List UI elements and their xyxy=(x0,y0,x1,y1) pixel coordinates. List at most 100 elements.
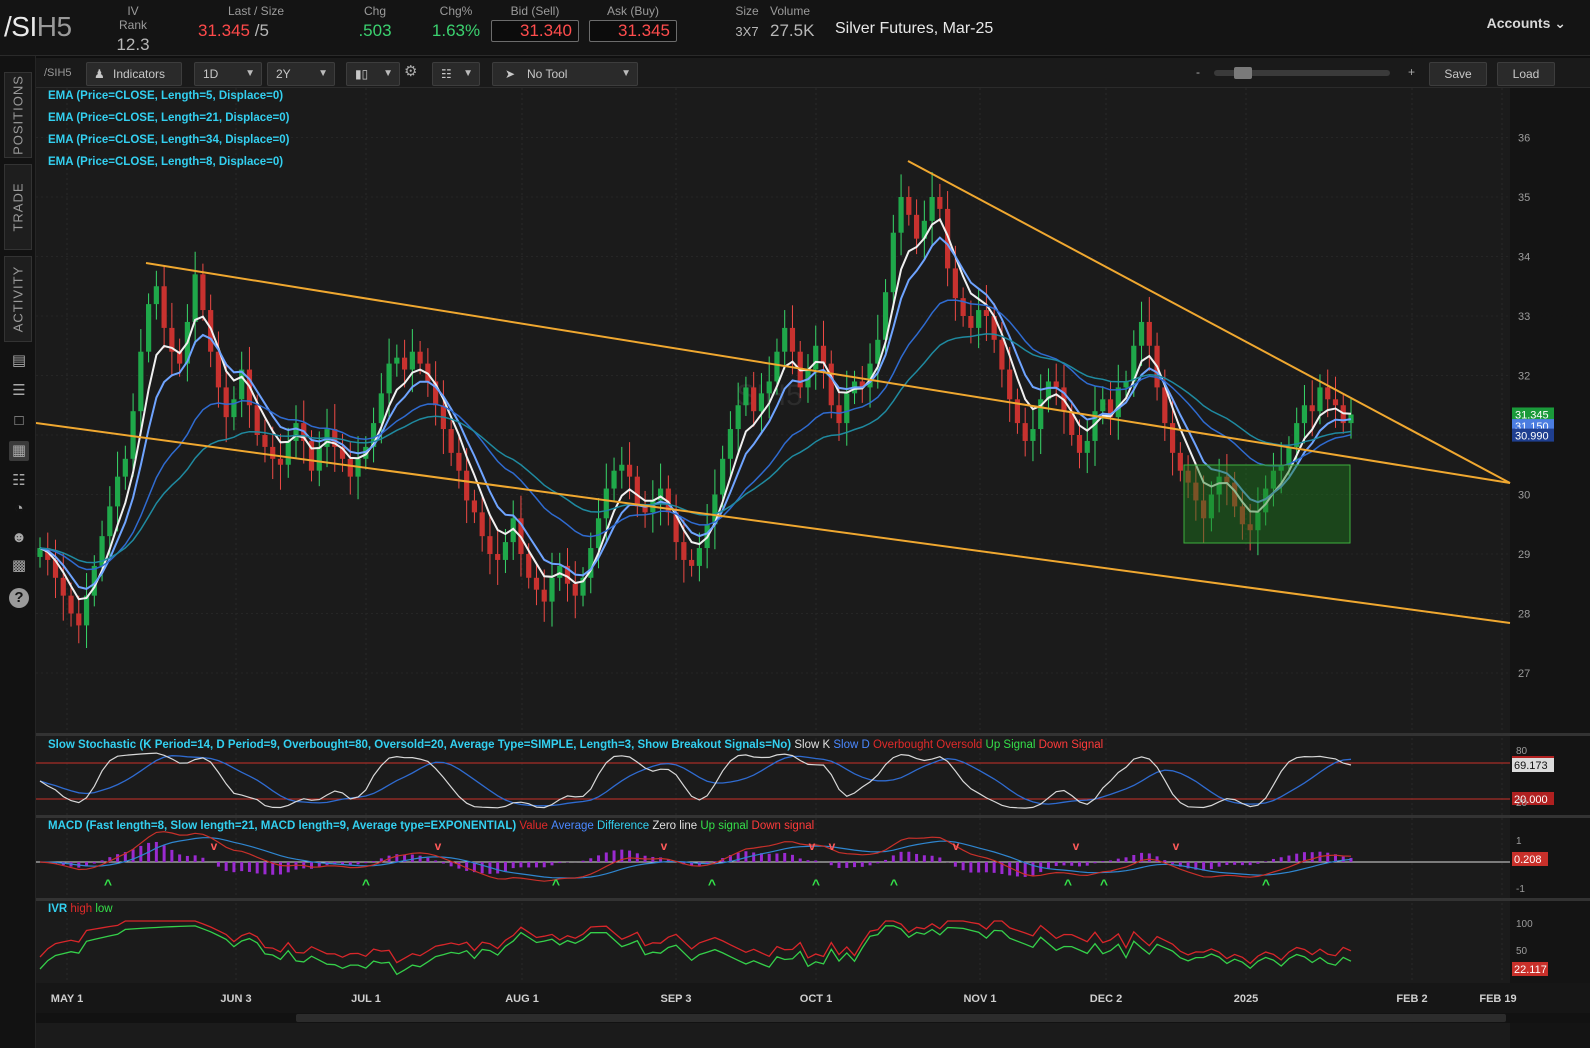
macd-histogram-bar xyxy=(92,862,96,864)
tab-activity[interactable]: ACTIVITY xyxy=(4,256,32,342)
candle-body xyxy=(735,405,741,430)
caret-down-icon: ▼ xyxy=(318,68,328,79)
candle-body xyxy=(619,464,625,471)
legend-macd-up-signal: Up signal xyxy=(700,820,749,832)
zoom-in-button[interactable]: + xyxy=(1408,65,1415,79)
x-tick-label: JUN 3 xyxy=(220,993,251,1005)
ema21-label[interactable]: EMA (Price=CLOSE, Length=21, Displace=0) xyxy=(48,112,289,124)
aggregation-select[interactable]: 1D ▼ xyxy=(194,62,262,86)
candle-body xyxy=(743,387,749,406)
chart-symbol-label: /SIH5 xyxy=(44,67,72,79)
macd-histogram-bar xyxy=(1046,862,1050,869)
save-button[interactable]: Save xyxy=(1429,62,1487,86)
candle-body xyxy=(1309,405,1315,412)
chart-icon[interactable]: ▤ xyxy=(9,351,29,371)
tab-positions[interactable]: POSITIONS xyxy=(4,72,32,158)
zoom-slider-thumb[interactable] xyxy=(1234,67,1252,79)
legend-slow-k: Slow K xyxy=(794,739,831,751)
macd-histogram-bar xyxy=(278,862,282,875)
macd-histogram-bar xyxy=(891,855,895,862)
cursor-icon: ➤ xyxy=(505,67,516,81)
macd-histogram-bar xyxy=(1209,862,1213,870)
candle-body xyxy=(1332,399,1339,406)
macd-histogram-bar xyxy=(310,862,314,869)
ask-button[interactable]: 31.345 xyxy=(589,20,677,42)
x-tick-label: OCT 1 xyxy=(800,993,832,1005)
candle-body xyxy=(758,393,765,412)
ivr-value-label: 22.117 xyxy=(1514,964,1547,976)
candle-body xyxy=(394,357,400,364)
candle-body xyxy=(200,274,206,311)
ask-field[interactable]: Ask (Buy) 31.345 xyxy=(588,4,678,42)
macd-histogram-bar xyxy=(837,862,841,868)
candle-body xyxy=(223,387,229,418)
macd-histogram-bar xyxy=(907,851,911,862)
macd-histogram-bar xyxy=(1031,862,1035,876)
candle-body xyxy=(107,506,113,537)
macd-label[interactable]: MACD (Fast length=8, Slow length=21, MAC… xyxy=(48,820,814,832)
macd-down-signal: v xyxy=(661,839,668,853)
gear-icon[interactable]: ⚙ xyxy=(404,62,417,80)
candle-body xyxy=(215,351,222,388)
load-button[interactable]: Load xyxy=(1497,62,1555,86)
candle-body xyxy=(161,286,167,328)
candle-body xyxy=(789,327,796,352)
accounts-menu[interactable]: Accounts ⌄ xyxy=(1487,15,1566,32)
help-icon[interactable]: ? xyxy=(9,588,29,608)
bid-field[interactable]: Bid (Sell) 31.340 xyxy=(490,4,580,42)
candle-body xyxy=(820,345,827,364)
drawing-style-button[interactable]: ☷ ▼ xyxy=(432,62,480,86)
ema34-label[interactable]: EMA (Price=CLOSE, Length=34, Displace=0) xyxy=(48,134,289,146)
grid-icon[interactable]: ☷ xyxy=(9,471,29,491)
list-icon[interactable]: ☰ xyxy=(9,381,29,401)
ivr-label[interactable]: IVR high low xyxy=(48,903,113,915)
ema8-label[interactable]: EMA (Price=CLOSE, Length=8, Displace=0) xyxy=(48,156,283,168)
candle-body xyxy=(1100,399,1106,412)
tab-trade[interactable]: TRADE xyxy=(4,164,32,250)
symbol-title[interactable]: /SIH5 xyxy=(4,11,72,43)
macd-histogram-bar xyxy=(418,855,422,862)
clipboard-icon[interactable]: □ xyxy=(9,411,29,431)
iv-rank-value: 12.3 xyxy=(116,35,150,54)
gauge-icon[interactable]: ◔ xyxy=(9,499,29,519)
calendar-icon[interactable]: ▩ xyxy=(9,556,29,576)
macd-histogram-bar xyxy=(216,862,220,867)
tool-select[interactable]: ➤ No Tool ▼ xyxy=(492,62,638,86)
size-value: 3X7 xyxy=(735,24,759,39)
range-select[interactable]: 2Y ▼ xyxy=(267,62,335,86)
macd-histogram-bar xyxy=(930,855,934,862)
macd-histogram-bar xyxy=(1070,862,1074,866)
candle-body xyxy=(456,452,462,471)
macd-histogram-bar xyxy=(1101,861,1105,862)
macd-histogram-bar xyxy=(201,857,205,862)
zoom-out-button[interactable]: - xyxy=(1196,65,1200,79)
macd-histogram-bar xyxy=(853,862,857,868)
macd-histogram-bar xyxy=(449,862,453,867)
macd-histogram-bar xyxy=(1240,862,1244,866)
macd-histogram-bar xyxy=(1085,862,1089,866)
ivr-title: IVR xyxy=(48,903,68,915)
stochastic-label[interactable]: Slow Stochastic (K Period=14, D Period=9… xyxy=(48,739,1103,751)
legend-value: Value xyxy=(519,820,548,832)
users-icon[interactable]: ☻ xyxy=(9,528,29,548)
macd-histogram-bar xyxy=(1287,855,1291,862)
candle-body xyxy=(262,435,268,447)
chart-area[interactable]: SIH5 2728293031323334353631.34531.15030.… xyxy=(35,88,1590,1048)
macd-histogram-bar xyxy=(969,862,973,873)
chart-toolbar: /SIH5 ♟ Indicators 1D ▼ 2Y ▼ ▮▯ ▼ ⚙ ☷ ▼ ➤ No T… xyxy=(36,58,1590,88)
ema5-label[interactable]: EMA (Price=CLOSE, Length=5, Displace=0) xyxy=(48,90,283,102)
chart-style-button[interactable]: ▮▯ ▼ xyxy=(346,62,400,86)
bid-button[interactable]: 31.340 xyxy=(491,20,579,42)
macd-histogram-bar xyxy=(829,862,833,866)
aggregation-value: 1D xyxy=(203,67,219,81)
grid-chart-icon[interactable]: ▦ xyxy=(9,441,29,461)
macd-histogram-bar xyxy=(550,862,554,866)
indicators-button[interactable]: ♟ Indicators xyxy=(86,62,182,86)
macd-histogram-bar xyxy=(736,852,740,862)
chart-canvas[interactable]: SIH5 2728293031323334353631.34531.15030.… xyxy=(35,88,1590,1048)
iv-rank-label: IV Rank xyxy=(118,4,147,32)
macd-histogram-bar xyxy=(286,862,290,873)
candle-body xyxy=(254,405,260,435)
macd-value-label: 0.208 xyxy=(1514,854,1542,866)
legend-slow-d: Slow D xyxy=(833,739,870,751)
